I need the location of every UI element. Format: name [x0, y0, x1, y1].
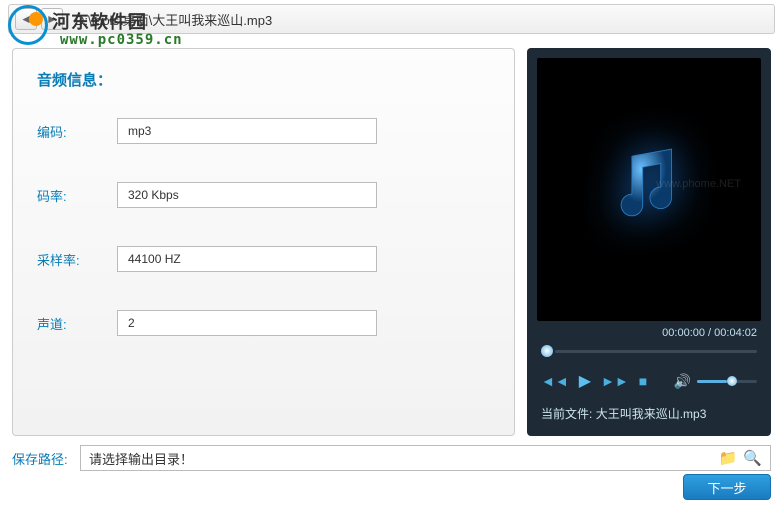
- codec-input[interactable]: [117, 118, 377, 144]
- channels-input[interactable]: [117, 310, 377, 336]
- samplerate-label: 采样率:: [37, 250, 117, 269]
- watermark-url: www.pc0359.cn: [60, 32, 183, 48]
- volume-icon[interactable]: 🔊: [674, 373, 691, 390]
- audio-info-title: 音频信息：: [37, 69, 490, 90]
- bitrate-label: 码率:: [37, 186, 117, 205]
- watermark-brand: 河东软件园: [52, 8, 147, 34]
- prev-icon[interactable]: ◄◄: [541, 373, 569, 389]
- current-file-label: 当前文件: 大王叫我来巡山.mp3: [537, 401, 761, 426]
- preview-area: www.phome.NET: [537, 58, 761, 321]
- seek-track[interactable]: [555, 350, 757, 353]
- folder-icon[interactable]: 📁: [719, 449, 738, 467]
- seek-bar[interactable]: [537, 343, 761, 365]
- next-icon[interactable]: ►►: [601, 373, 629, 389]
- bitrate-input[interactable]: [117, 182, 377, 208]
- save-path-label: 保存路径:: [12, 449, 74, 468]
- preview-watermark: www.phome.NET: [656, 178, 741, 190]
- player-panel: www.phome.NET 00:00:00 / 00:04:02 ◄◄ ▶ ►…: [527, 48, 771, 436]
- volume-slider[interactable]: [697, 380, 757, 383]
- bitrate-row: 码率:: [37, 182, 490, 208]
- channels-label: 声道:: [37, 314, 117, 333]
- samplerate-input[interactable]: [117, 246, 377, 272]
- player-controls: ◄◄ ▶ ►► ■ 🔊: [537, 365, 761, 401]
- volume-handle[interactable]: [727, 376, 737, 386]
- save-path-input[interactable]: 请选择输出目录！ 📁 🔍: [80, 445, 771, 471]
- watermark-logo: [8, 5, 48, 50]
- play-icon[interactable]: ▶: [579, 371, 591, 391]
- codec-label: 编码:: [37, 122, 117, 141]
- save-path-row: 保存路径: 请选择输出目录！ 📁 🔍: [12, 444, 771, 472]
- music-note-icon: [604, 142, 694, 237]
- seek-handle[interactable]: [541, 345, 553, 357]
- time-display: 00:00:00 / 00:04:02: [537, 321, 761, 343]
- search-icon[interactable]: 🔍: [743, 449, 762, 467]
- stop-icon[interactable]: ■: [639, 373, 647, 389]
- samplerate-row: 采样率:: [37, 246, 490, 272]
- codec-row: 编码:: [37, 118, 490, 144]
- channels-row: 声道:: [37, 310, 490, 336]
- volume-control: 🔊: [674, 373, 757, 390]
- file-path: D:\tools\桌面\大王叫我来巡山.mp3: [67, 10, 768, 29]
- next-button[interactable]: 下一步: [683, 474, 771, 500]
- audio-info-panel: 音频信息： 编码: 码率: 采样率: 声道:: [12, 48, 515, 436]
- save-path-placeholder: 请选择输出目录！: [89, 449, 193, 468]
